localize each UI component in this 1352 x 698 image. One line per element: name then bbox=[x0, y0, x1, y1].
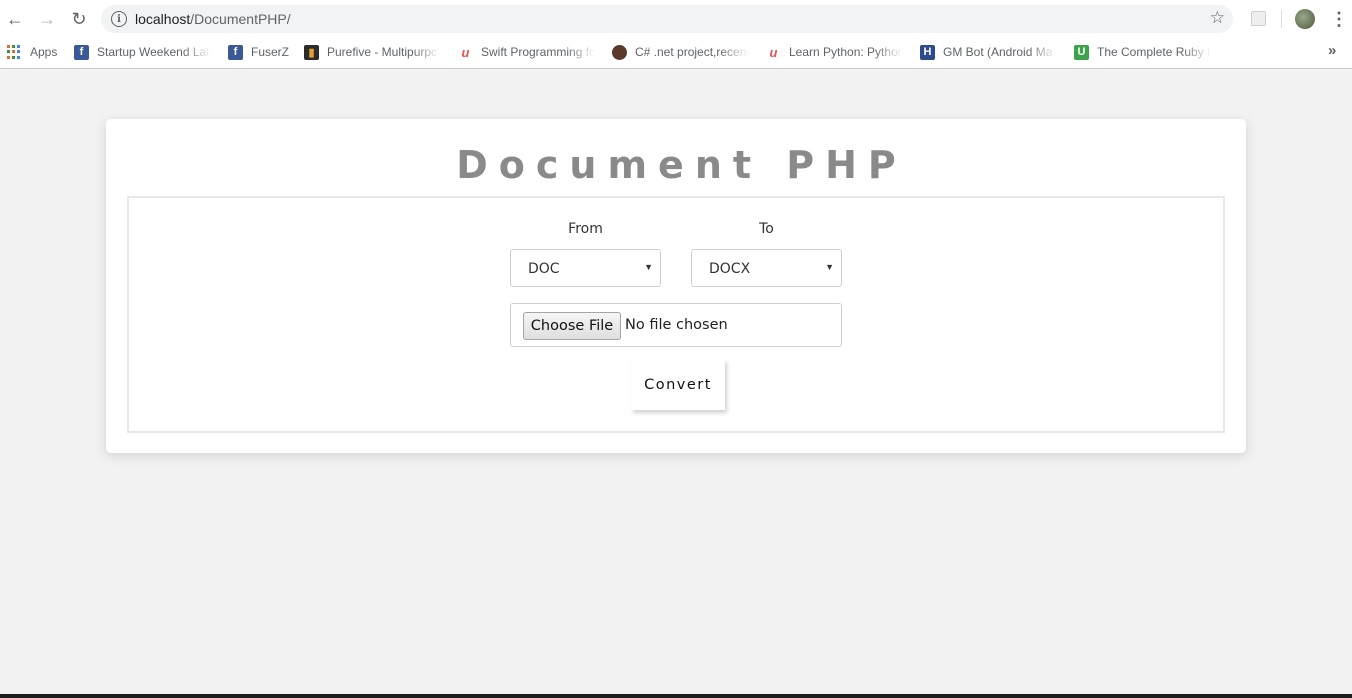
to-label: To bbox=[759, 221, 774, 237]
hackread-icon: H bbox=[920, 44, 935, 60]
to-format-select[interactable]: DOCX ▼ bbox=[691, 249, 842, 287]
bookmark-label: Learn Python: Pythor bbox=[789, 45, 902, 59]
back-icon[interactable]: ← bbox=[3, 7, 27, 31]
dropdown-arrow-icon: ▼ bbox=[644, 262, 653, 272]
convert-button[interactable]: Convert bbox=[631, 359, 725, 410]
address-bar[interactable]: i localhost/DocumentPHP/ ☆ bbox=[101, 5, 1233, 33]
extension-icon[interactable] bbox=[1251, 11, 1266, 26]
bookmarks-bar: Apps f Startup Weekend Lah f FuserZ ▮ Pu… bbox=[0, 38, 1352, 66]
from-format-select[interactable]: DOC ▼ bbox=[510, 249, 661, 287]
page-title: Document PHP bbox=[456, 143, 907, 187]
purefive-icon: ▮ bbox=[304, 44, 319, 60]
bookmark-gm-bot[interactable]: H GM Bot (Android Ma bbox=[920, 43, 1057, 61]
csharp-icon bbox=[612, 44, 627, 60]
bookmark-label: FuserZ bbox=[251, 45, 290, 59]
bookmark-swift[interactable]: u Swift Programming fc bbox=[458, 43, 595, 61]
url-host: localhost bbox=[135, 11, 191, 27]
facebook-icon: f bbox=[74, 44, 89, 60]
url-path: /DocumentPHP/ bbox=[190, 11, 291, 27]
bookmark-label: Swift Programming fc bbox=[481, 45, 595, 59]
bookmark-ruby[interactable]: U The Complete Ruby D bbox=[1074, 43, 1211, 61]
bookmark-learn-python[interactable]: u Learn Python: Pythor bbox=[766, 43, 903, 61]
info-icon[interactable]: i bbox=[111, 11, 127, 27]
choose-file-button[interactable]: Choose File bbox=[523, 312, 621, 340]
bookmark-label: Startup Weekend Lah bbox=[97, 45, 211, 59]
toolbar-divider bbox=[1281, 10, 1282, 28]
file-input[interactable]: Choose File No file chosen bbox=[510, 303, 842, 347]
bookmark-label: GM Bot (Android Ma bbox=[943, 45, 1053, 59]
reload-icon[interactable]: ↻ bbox=[67, 7, 91, 31]
bookmark-purefive[interactable]: ▮ Purefive - Multipurpc bbox=[304, 43, 441, 61]
url-text[interactable]: localhost/DocumentPHP/ bbox=[135, 11, 291, 27]
browser-chrome: ← → ↻ i localhost/DocumentPHP/ ☆ ⋮ Apps … bbox=[0, 0, 1352, 69]
bookmark-csharp[interactable]: C# .net project,recent bbox=[612, 43, 749, 61]
bookmark-startup-weekend[interactable]: f Startup Weekend Lah bbox=[74, 43, 211, 61]
bookmark-label: C# .net project,recent bbox=[635, 45, 749, 59]
from-format-value: DOC bbox=[528, 261, 560, 277]
browser-toolbar: ← → ↻ i localhost/DocumentPHP/ ☆ ⋮ bbox=[0, 0, 1352, 38]
bookmark-star-icon[interactable]: ☆ bbox=[1210, 8, 1225, 28]
file-status-text: No file chosen bbox=[625, 317, 728, 333]
bookmark-apps[interactable]: Apps bbox=[7, 43, 57, 61]
menu-dots-icon[interactable]: ⋮ bbox=[1330, 7, 1348, 31]
from-label: From bbox=[568, 221, 603, 237]
to-format-value: DOCX bbox=[709, 261, 751, 277]
upwork-icon: U bbox=[1074, 44, 1089, 60]
udemy-icon: u bbox=[461, 44, 470, 60]
bookmark-label: Purefive - Multipurpc bbox=[327, 45, 438, 59]
facebook-icon: f bbox=[228, 44, 243, 60]
udemy-icon: u bbox=[769, 44, 778, 60]
taskbar-edge bbox=[0, 694, 1352, 698]
forward-icon[interactable]: → bbox=[35, 7, 59, 31]
bookmarks-more-icon[interactable]: » bbox=[1328, 42, 1336, 59]
bookmark-label: Apps bbox=[30, 45, 58, 59]
apps-grid-icon bbox=[7, 44, 22, 60]
profile-avatar[interactable] bbox=[1295, 9, 1315, 29]
dropdown-arrow-icon: ▼ bbox=[825, 262, 834, 272]
bookmark-label: The Complete Ruby D bbox=[1097, 45, 1211, 59]
bookmark-fuserz[interactable]: f FuserZ bbox=[228, 43, 289, 61]
